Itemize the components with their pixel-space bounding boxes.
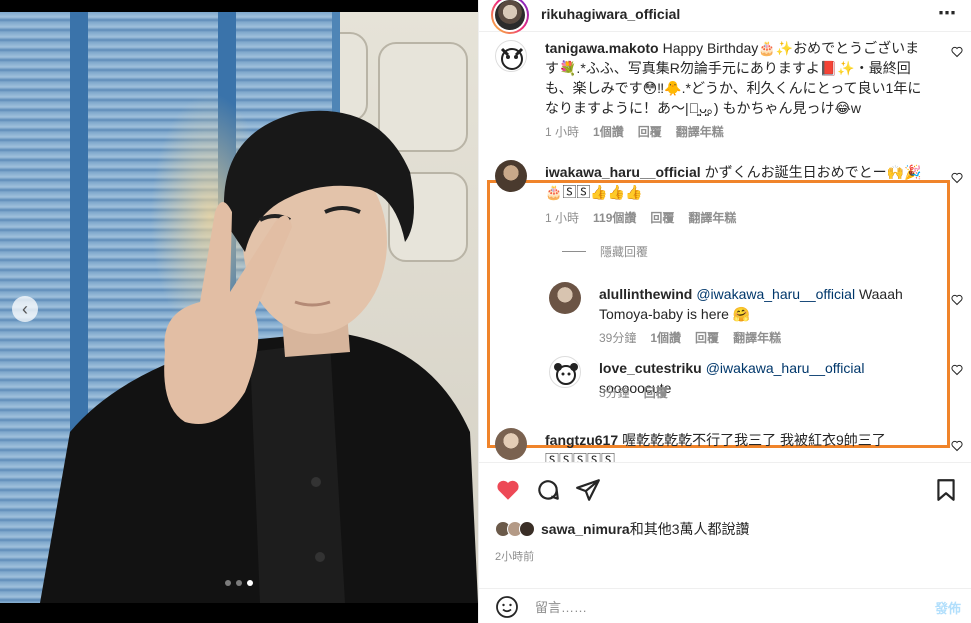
comment-meta: 1 小時 119個讚 回覆 翻譯年糕 [545,209,736,226]
like-comment-icon[interactable] [951,46,963,58]
post-time: 2小時前 [495,551,535,563]
reply-button[interactable]: 回覆 [644,384,668,401]
person-figure [40,110,478,603]
post-side-panel: rikuhagiwara_official ⋯ tanigawa.makoto H… [478,0,971,623]
likes-summary[interactable]: sawa_nimura和其他3萬人都說讚 [495,519,750,539]
share-icon[interactable] [575,477,601,503]
add-comment-bar: 發佈 [479,588,971,623]
comment-username[interactable]: tanigawa.makoto [545,40,659,56]
like-comment-icon[interactable] [951,440,963,452]
photo-frame [0,12,478,603]
carousel-dot [225,580,231,586]
reply-time: 3分鐘 [599,386,630,400]
carousel-dot-active [247,580,253,586]
post-comment-button[interactable]: 發佈 [935,598,961,617]
like-reply-icon[interactable] [951,294,963,306]
liker-username[interactable]: sawa_nimura [541,521,630,537]
divider-line [562,251,586,252]
post-actions-bar [479,462,971,512]
translate-button[interactable]: 翻譯年糕 [733,329,781,346]
reply-text: alullinthewind @iwakawa_haru__official Wa… [599,284,929,324]
comment-username[interactable]: iwakawa_haru__official [545,164,701,180]
comment-meta: 1 小時 1個讚 回覆 翻譯年糕 [545,123,724,140]
hide-replies-button[interactable]: 隱藏回覆 [562,243,648,260]
commenter-avatar[interactable] [495,428,527,460]
reply-mention[interactable]: @iwakawa_haru__official [706,360,865,376]
reply-time: 39分鐘 [599,331,637,345]
more-options-icon[interactable]: ⋯ [938,3,957,24]
reply-username[interactable]: love_cutestriku [599,360,702,376]
author-username[interactable]: rikuhagiwara_official [541,6,680,22]
reply-mention[interactable]: @iwakawa_haru__official [696,286,855,302]
hide-replies-label[interactable]: 隱藏回覆 [600,243,648,260]
carousel-dot [236,580,242,586]
comment-time: 1 小時 [545,211,580,225]
translate-button[interactable]: 翻譯年糕 [688,209,736,226]
reply-meta: 39分鐘 1個讚 回覆 翻譯年糕 [599,329,781,346]
comment-icon[interactable] [535,477,561,503]
reply-username[interactable]: alullinthewind [599,286,692,302]
heart-icon[interactable] [495,477,521,503]
carousel-prev-button[interactable]: ‹ [12,296,38,322]
comment-input[interactable] [535,597,895,617]
commenter-avatar[interactable] [495,40,527,72]
reply-likes[interactable]: 1個讚 [650,329,681,346]
comment-time: 1 小時 [545,125,580,139]
reply-button[interactable]: 回覆 [650,209,674,226]
likes-count-text[interactable]: 和其他3萬人都說讚 [630,521,750,537]
bookmark-icon[interactable] [933,477,959,503]
comment-text: fangtzu617 喔乾乾乾乾不行了我三了 我被紅衣9帥三了🅂🅂🅂🅂🅂 [545,430,930,462]
emoji-icon[interactable] [495,595,519,619]
translate-button[interactable]: 翻譯年糕 [676,123,724,140]
like-comment-icon[interactable] [951,172,963,184]
comment-text: iwakawa_haru__official かずくんお誕生日おめでとー🙌🎉🎂🅂🅂… [545,162,930,202]
author-avatar[interactable] [491,0,529,34]
replier-avatar[interactable] [549,282,581,314]
post-photo[interactable]: ‹ [0,0,478,623]
commenter-avatar[interactable] [495,160,527,192]
post-header: rikuhagiwara_official ⋯ [479,0,971,34]
comments-list[interactable]: tanigawa.makoto Happy Birthday🎂✨おめでとうございま… [479,32,971,462]
reply-meta: 3分鐘 回覆 [599,384,668,401]
carousel-indicator [225,580,253,586]
liker-avatar [519,521,535,537]
reply-button[interactable]: 回覆 [638,123,662,140]
like-reply-icon[interactable] [951,364,963,376]
reply-button[interactable]: 回覆 [695,329,719,346]
comment-username[interactable]: fangtzu617 [545,432,618,448]
comment-likes[interactable]: 1個讚 [593,123,624,140]
replier-avatar[interactable] [549,356,581,388]
comment-text: tanigawa.makoto Happy Birthday🎂✨おめでとうございま… [545,38,930,118]
comment-likes[interactable]: 119個讚 [593,209,636,226]
